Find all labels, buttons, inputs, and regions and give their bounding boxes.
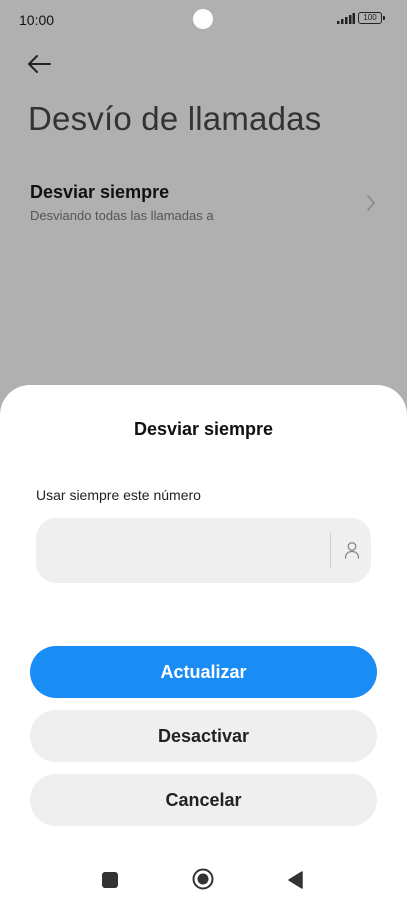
square-icon[interactable] bbox=[102, 872, 118, 888]
cancel-button[interactable]: Cancelar bbox=[30, 774, 377, 826]
status-bar: 10:00 100 bbox=[0, 0, 407, 40]
deactivate-button[interactable]: Desactivar bbox=[30, 710, 377, 762]
contact-person-icon bbox=[344, 542, 360, 559]
battery-icon: 100 bbox=[358, 12, 385, 24]
input-divider bbox=[330, 533, 331, 568]
arrow-left-icon[interactable] bbox=[26, 52, 54, 76]
camera-cutout bbox=[193, 9, 213, 29]
forward-dialog-sheet: Desviar siempre Usar siempre este número… bbox=[0, 385, 407, 906]
number-field-label: Usar siempre este número bbox=[36, 487, 201, 503]
page-title: Desvío de llamadas bbox=[28, 100, 322, 137]
setting-title: Desviar siempre bbox=[30, 182, 170, 202]
signal-icon bbox=[337, 13, 355, 24]
setting-forward-always[interactable]: Desviar siempre Desviando todas las llam… bbox=[0, 172, 407, 236]
contact-picker-button[interactable] bbox=[339, 537, 365, 563]
number-input[interactable] bbox=[54, 518, 328, 585]
circle-icon[interactable] bbox=[192, 868, 214, 890]
status-time: 10:00 bbox=[19, 12, 55, 28]
navigation-bar bbox=[0, 862, 407, 898]
battery-level: 100 bbox=[363, 13, 377, 22]
number-input-box bbox=[36, 518, 371, 585]
triangle-back-icon[interactable] bbox=[286, 870, 304, 890]
setting-subtitle: Desviando todas las llamadas a bbox=[30, 208, 214, 223]
chevron-right-icon bbox=[367, 195, 375, 211]
dialog-title: Desviar siempre bbox=[133, 419, 274, 439]
update-button[interactable]: Actualizar bbox=[30, 646, 377, 698]
